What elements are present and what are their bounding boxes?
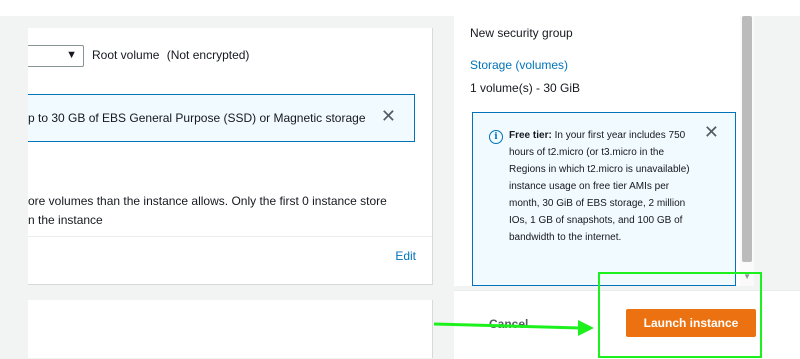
scroll-down-icon[interactable]: ▼	[743, 272, 751, 281]
volume-type-select[interactable]: ▼	[28, 45, 84, 67]
edit-link[interactable]: Edit	[395, 249, 416, 263]
next-panel	[28, 300, 433, 358]
instance-store-line-2: n the instance	[28, 213, 103, 227]
banner-text: p to 30 GB of EBS General Purpose (SSD) …	[28, 111, 366, 125]
scrollbar-thumb[interactable]	[742, 16, 752, 262]
caret-down-icon: ▼	[66, 49, 77, 61]
storage-panel: ▼ Root volume (Not encrypted) p to 30 GB…	[28, 28, 433, 285]
storage-heading-link[interactable]: Storage (volumes)	[470, 58, 568, 72]
summary-footer: Cancel Launch instance	[454, 290, 800, 359]
top-bar	[0, 0, 800, 16]
root-volume-label: Root volume (Not encrypted)	[92, 48, 249, 62]
security-group-value: New security group	[470, 26, 573, 40]
free-tier-bold: Free tier:	[509, 130, 552, 141]
free-tier-alert: i Free tier: In your first year includes…	[472, 112, 736, 286]
root-volume-text: Root volume	[92, 48, 160, 62]
close-icon[interactable]: ✕	[704, 123, 719, 141]
free-tier-text: Free tier: In your first year includes 7…	[509, 127, 695, 246]
free-tier-body: In your first year includes 750 hours of…	[509, 130, 690, 243]
scrollbar[interactable]: ▼	[740, 16, 754, 286]
cancel-button[interactable]: Cancel	[489, 317, 528, 331]
free-tier-storage-banner: p to 30 GB of EBS General Purpose (SSD) …	[28, 94, 415, 142]
close-icon[interactable]: ✕	[381, 107, 396, 125]
instance-store-note: ore volumes than the instance allows. On…	[28, 192, 418, 230]
launch-instance-button[interactable]: Launch instance	[626, 309, 756, 337]
summary-panel: New security group Storage (volumes) 1 v…	[454, 16, 754, 286]
encryption-status: (Not encrypted)	[166, 48, 250, 62]
info-circle-icon: i	[489, 130, 503, 144]
storage-value: 1 volume(s) - 30 GiB	[470, 81, 581, 95]
divider	[28, 236, 432, 237]
instance-store-line-1: ore volumes than the instance allows. On…	[28, 194, 387, 208]
